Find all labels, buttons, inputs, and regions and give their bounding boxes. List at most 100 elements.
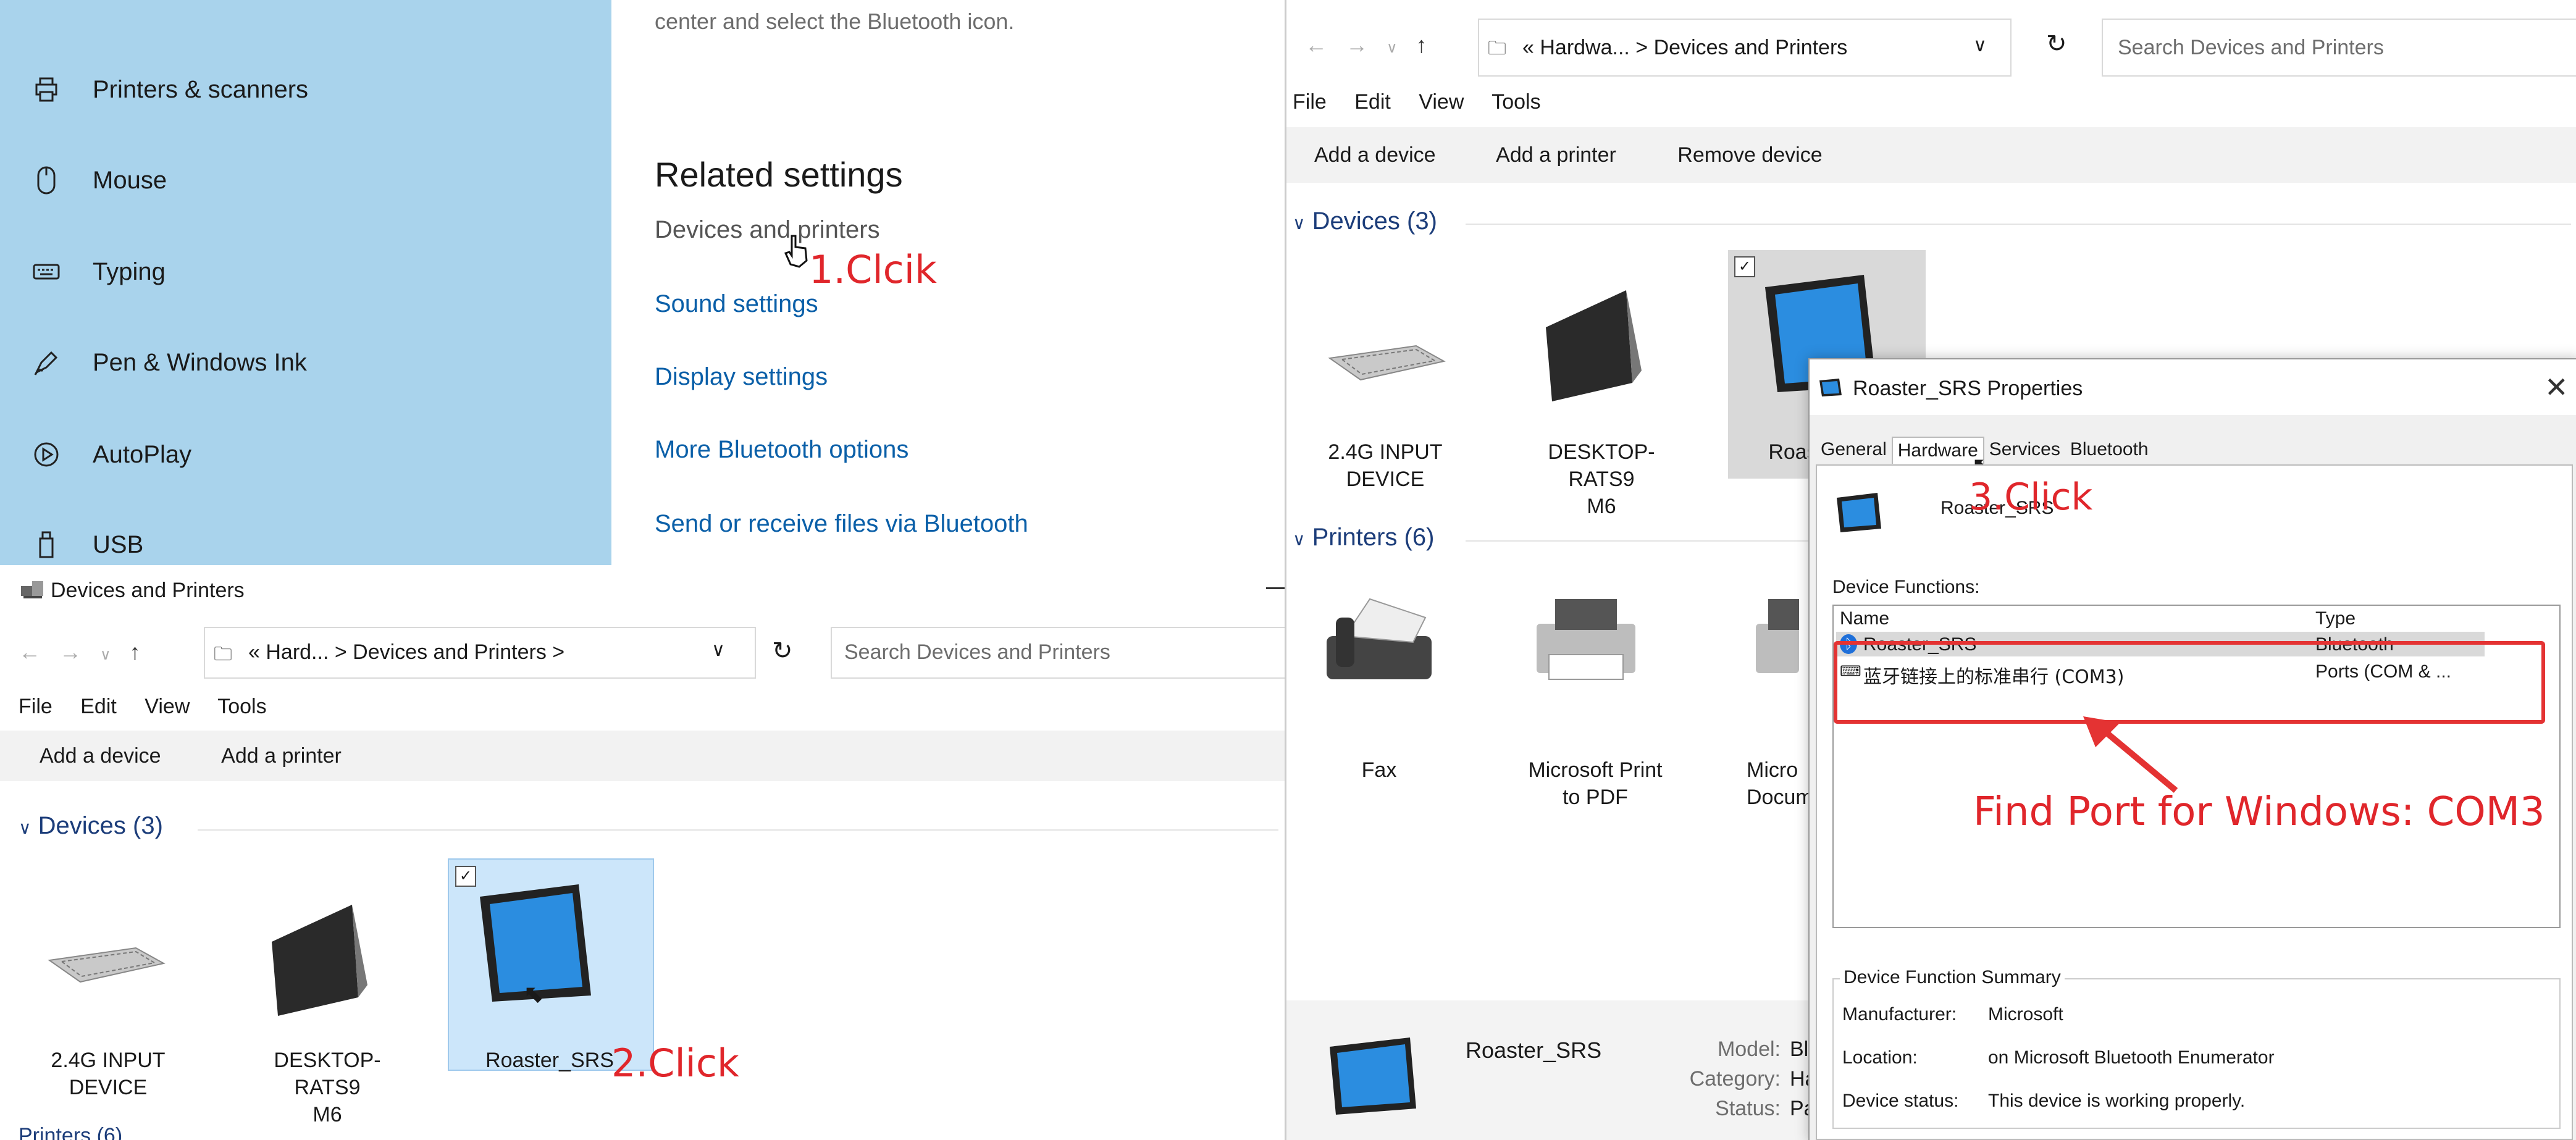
minimize-button[interactable] (1266, 587, 1285, 589)
up-arrow-icon[interactable]: ↑ (1416, 32, 1427, 57)
printer-label-line1: Microsoft Print (1528, 758, 1663, 782)
printer-label-line2: to PDF (1563, 786, 1628, 809)
keyboard-device-icon[interactable] (1324, 333, 1447, 392)
sidebar-item-pen[interactable]: Pen & Windows Ink (25, 344, 307, 381)
menu-tools[interactable]: Tools (1491, 90, 1540, 114)
roaster-device-tile[interactable]: ✓ ⬉ (448, 858, 654, 1071)
recent-dropdown-icon[interactable]: ∨ (1387, 40, 1398, 56)
usb-icon (25, 526, 68, 563)
command-bar: Add a device Add a printer Remove device (1286, 127, 2576, 183)
settings-panel: Printers & scanners Mouse Typing Pen & W… (0, 0, 1285, 565)
menu-tools[interactable]: Tools (217, 695, 266, 718)
folder-icon: 🗀 (1488, 38, 1506, 59)
sidebar-item-label: Mouse (93, 166, 167, 194)
up-arrow-icon[interactable]: ↑ (130, 639, 141, 664)
remove-device-button[interactable]: Remove device (1677, 143, 1822, 167)
menu-edit[interactable]: Edit (1354, 90, 1391, 114)
function-summary-box: Device Function Summary Manufacturer: Mi… (1832, 967, 2561, 1129)
summary-label: Device Function Summary (1840, 967, 2065, 988)
back-arrow-icon[interactable]: ← (19, 639, 41, 664)
right-devices-window: ← → ∨ ↑ 🗀 « Hardwa... > Devices and Prin… (1285, 0, 2576, 1140)
refresh-icon[interactable]: ↻ (772, 637, 793, 665)
menu-file[interactable]: File (1293, 90, 1327, 114)
sidebar-item-autoplay[interactable]: AutoPlay (25, 436, 191, 473)
xps-printer-icon[interactable] (1750, 587, 1799, 695)
forward-arrow-icon[interactable]: → (59, 639, 82, 664)
fax-printer-icon[interactable] (1320, 593, 1438, 701)
menu-edit[interactable]: Edit (80, 695, 117, 718)
mouse-cursor-icon: ⬉ (523, 981, 544, 1008)
group-label: Devices (3) (1312, 207, 1437, 235)
add-printer-button[interactable]: Add a printer (221, 744, 342, 768)
keyboard-device-icon[interactable] (43, 936, 167, 994)
link-sound-settings[interactable]: Sound settings (655, 290, 818, 318)
checkbox-icon[interactable]: ✓ (1734, 256, 1755, 277)
device-label: DESKTOP-RATS9 M6 (241, 1047, 414, 1128)
tab-services[interactable]: Services (1984, 437, 2065, 464)
link-send-receive-bluetooth[interactable]: Send or receive files via Bluetooth (655, 510, 1028, 538)
address-bar[interactable]: 🗀 « Hard... > Devices and Printers > ∨ (204, 627, 756, 679)
sidebar-item-label: Pen & Windows Ink (93, 348, 307, 376)
chevron-down-icon: ∨ (1293, 530, 1306, 549)
devices-group-header[interactable]: ∨ Devices (3) (1293, 207, 1437, 235)
search-placeholder: Search Devices and Printers (2118, 36, 2384, 59)
search-input[interactable]: Search Devices and Printers (831, 627, 1285, 679)
chevron-down-icon[interactable]: ∨ (711, 639, 725, 661)
mouse-icon (25, 162, 68, 199)
sidebar-item-printers[interactable]: Printers & scanners (25, 71, 308, 108)
link-display-settings[interactable]: Display settings (655, 363, 828, 391)
command-bar: Add a device Add a printer (0, 731, 1285, 781)
laptop-device-icon[interactable] (1533, 278, 1645, 411)
pdf-printer-icon[interactable] (1530, 587, 1642, 695)
pen-icon (25, 344, 68, 381)
tab-bluetooth[interactable]: Bluetooth (2065, 437, 2154, 464)
breadcrumb: « Hard... > Devices and Printers > (248, 640, 565, 664)
link-devices-and-printers[interactable]: Devices and printers (655, 216, 880, 244)
menu-view[interactable]: View (1419, 90, 1464, 114)
laptop-device-icon[interactable] (259, 892, 371, 1019)
printers-group-header[interactable]: Printers (6) (19, 1124, 122, 1140)
device-status-value: This device is working properly. (1988, 1091, 2246, 1111)
tablet-device-icon (1837, 493, 1881, 532)
location-label: Location: (1842, 1047, 1918, 1068)
category-label: Category: (1689, 1067, 1781, 1091)
step2-annotation: 2.Click (611, 1041, 739, 1086)
link-more-bluetooth-options[interactable]: More Bluetooth options (655, 436, 908, 464)
sidebar-item-mouse[interactable]: Mouse (25, 162, 167, 199)
devices-group-header[interactable]: ∨ Devices (3) (19, 812, 163, 840)
printers-group-header[interactable]: ∨ Printers (6) (1293, 524, 1434, 551)
device-label-line1: DESKTOP-RATS9 (1548, 440, 1655, 491)
column-header-type[interactable]: Type (2315, 608, 2356, 629)
address-bar[interactable]: 🗀 « Hardwa... > Devices and Printers ∨ (1478, 19, 2012, 77)
add-device-button[interactable]: Add a device (1314, 143, 1436, 167)
hand-cursor-icon (783, 233, 810, 271)
breadcrumb: « Hardwa... > Devices and Printers (1522, 36, 1848, 59)
tablet-device-icon (1330, 1037, 1416, 1115)
sidebar-item-usb[interactable]: USB (25, 526, 143, 563)
tab-general[interactable]: General (1816, 437, 1892, 464)
autoplay-icon (25, 436, 68, 473)
device-label: 2.4G INPUT DEVICE (1311, 438, 1459, 493)
find-port-annotation: Find Port for Windows: COM3 (1973, 789, 2545, 835)
search-input[interactable]: Search Devices and Printers (2102, 19, 2576, 77)
device-label-line2: M6 (313, 1103, 342, 1126)
add-device-button[interactable]: Add a device (40, 744, 161, 768)
forward-arrow-icon[interactable]: → (1346, 32, 1368, 57)
refresh-icon[interactable]: ↻ (2046, 30, 2067, 58)
tab-hardware[interactable]: Hardware (1891, 437, 1984, 464)
properties-dialog: Roaster_SRS Properties ✕ General Hardwar… (1808, 358, 2576, 1140)
add-printer-button[interactable]: Add a printer (1496, 143, 1616, 167)
recent-dropdown-icon[interactable]: ∨ (100, 647, 111, 663)
chevron-down-icon[interactable]: ∨ (1973, 35, 1987, 56)
window-title: Devices and Printers (51, 579, 245, 602)
menu-view[interactable]: View (145, 695, 190, 718)
device-label: Roaster_SRS (469, 1047, 630, 1074)
column-header-name[interactable]: Name (1840, 608, 1889, 629)
printer-label: Microsoft Print to PDF (1515, 757, 1676, 811)
close-icon[interactable]: ✕ (2545, 371, 2569, 404)
sidebar-item-typing[interactable]: Typing (25, 253, 166, 290)
printer-icon (25, 71, 68, 108)
left-devices-window: Devices and Printers ← → ∨ ↑ 🗀 « Hard...… (0, 565, 1285, 1140)
menu-file[interactable]: File (19, 695, 52, 718)
back-arrow-icon[interactable]: ← (1305, 32, 1327, 57)
